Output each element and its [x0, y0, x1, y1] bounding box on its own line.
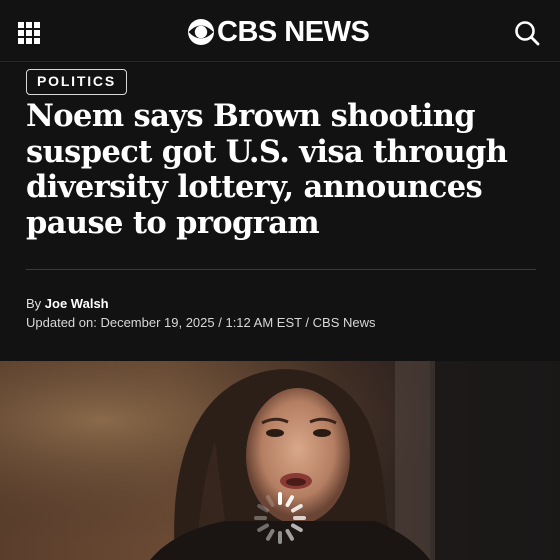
grid-menu-icon[interactable]: [18, 22, 40, 44]
loading-spinner-icon: [254, 492, 306, 544]
divider: [26, 269, 536, 270]
top-navigation-bar: CBS NEWS: [0, 0, 560, 62]
byline: By Joe Walsh: [26, 296, 109, 311]
article-headline: Noem says Brown shooting suspect got U.S…: [26, 98, 508, 241]
article-header: POLITICS Noem says Brown shooting suspec…: [0, 63, 560, 361]
cbs-news-logo[interactable]: CBS NEWS: [187, 16, 370, 48]
brand-name: CBS NEWS: [217, 16, 370, 48]
author-link[interactable]: Joe Walsh: [45, 296, 109, 311]
byline-prefix: By: [26, 296, 42, 311]
category-tag[interactable]: POLITICS: [26, 69, 127, 95]
search-icon[interactable]: [514, 20, 540, 46]
updated-timestamp: Updated on: December 19, 2025 / 1:12 AM …: [26, 315, 376, 330]
cbs-eye-icon: [188, 19, 214, 45]
